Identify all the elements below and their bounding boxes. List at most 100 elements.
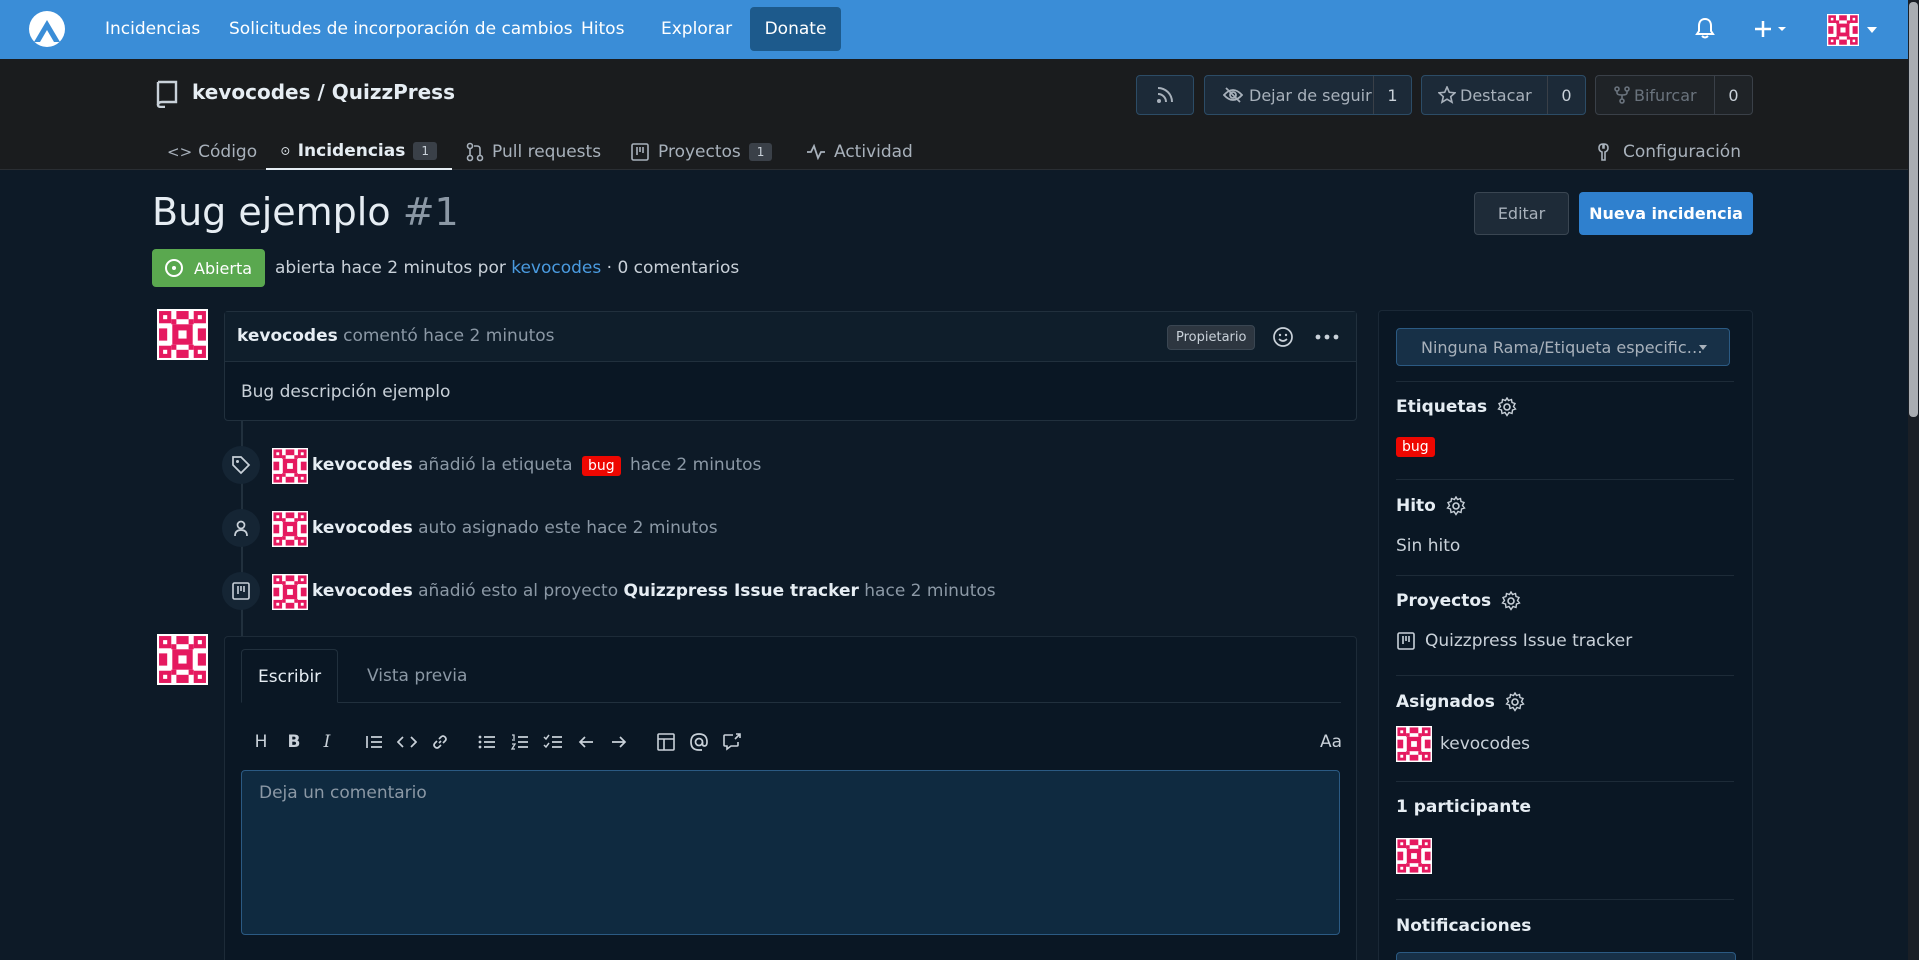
avatar[interactable] bbox=[157, 634, 208, 685]
avatar[interactable] bbox=[272, 574, 308, 610]
scrollbar-thumb[interactable] bbox=[1909, 2, 1918, 417]
labels-section: Etiquetas bug bbox=[1396, 397, 1734, 457]
italic-icon[interactable]: I bbox=[313, 728, 341, 756]
tab-pull-requests[interactable]: Pull requests bbox=[466, 133, 601, 170]
gear-icon[interactable] bbox=[1497, 397, 1517, 417]
owner-badge: Propietario bbox=[1167, 325, 1256, 350]
tab-write[interactable]: Escribir bbox=[241, 649, 339, 703]
participants-title: 1 participante bbox=[1396, 797, 1532, 817]
tab-preview[interactable]: Vista previa bbox=[351, 649, 483, 703]
bold-icon[interactable]: B bbox=[280, 728, 308, 756]
milestone-value: Sin hito bbox=[1396, 536, 1461, 556]
tab-code[interactable]: <> Código bbox=[167, 133, 257, 170]
task-list-icon[interactable] bbox=[539, 728, 567, 756]
emoji-reaction-icon[interactable] bbox=[1272, 326, 1294, 348]
nav-link-explore[interactable]: Explorar bbox=[661, 0, 732, 59]
gear-icon[interactable] bbox=[1505, 692, 1525, 712]
milestone-title: Hito bbox=[1396, 496, 1436, 516]
comment-textarea[interactable] bbox=[241, 770, 1340, 935]
fork-button[interactable]: Bifurcar 0 bbox=[1595, 75, 1753, 115]
repo-icon bbox=[156, 80, 178, 108]
code-icon: <> bbox=[167, 142, 193, 161]
participants-section: 1 participante bbox=[1396, 797, 1734, 874]
project-board-icon bbox=[232, 582, 250, 600]
mention-icon[interactable] bbox=[685, 728, 713, 756]
projects-header[interactable]: Proyectos bbox=[1396, 591, 1734, 611]
code-icon[interactable] bbox=[393, 728, 421, 756]
rss-button[interactable] bbox=[1136, 75, 1194, 115]
ordered-list-icon[interactable] bbox=[506, 728, 534, 756]
project-item[interactable]: Quizzpress Issue tracker bbox=[1396, 631, 1734, 651]
label-badge[interactable]: bug bbox=[581, 455, 621, 476]
comment-editor: Escribir Vista previa H B I Aa Deja un c… bbox=[224, 636, 1357, 960]
divider bbox=[1396, 675, 1734, 676]
edit-button[interactable]: Editar bbox=[1474, 192, 1569, 235]
timeline-action: añadió la etiqueta bbox=[418, 454, 573, 475]
fork-count[interactable]: 0 bbox=[1714, 76, 1752, 114]
comment-author[interactable]: kevocodes bbox=[237, 326, 338, 346]
arrow-left-icon[interactable] bbox=[572, 728, 600, 756]
arrow-right-icon[interactable] bbox=[605, 728, 633, 756]
timeline-event: kevocodes añadió la etiqueta bug hace 2 … bbox=[222, 445, 761, 485]
nav-link-issues[interactable]: Incidencias bbox=[105, 0, 200, 59]
assignees-header[interactable]: Asignados bbox=[1396, 692, 1734, 712]
more-options-icon[interactable] bbox=[1315, 334, 1339, 340]
rss-icon bbox=[1157, 87, 1173, 103]
avatar[interactable] bbox=[157, 309, 208, 360]
quote-icon[interactable] bbox=[360, 728, 388, 756]
unwatch-label: Dejar de seguir bbox=[1249, 85, 1372, 105]
milestone-section: Hito Sin hito bbox=[1396, 496, 1734, 556]
notification-subscribe-button[interactable] bbox=[1396, 952, 1736, 960]
font-toggle-button[interactable]: Aa bbox=[1315, 728, 1347, 756]
timeline-time: hace 2 minutos bbox=[864, 581, 996, 601]
gear-icon[interactable] bbox=[1501, 591, 1521, 611]
repo-title[interactable]: kevocodes / QuizzPress bbox=[192, 80, 455, 104]
cross-reference-icon[interactable] bbox=[718, 728, 746, 756]
divider bbox=[1396, 381, 1734, 382]
heading-icon[interactable]: H bbox=[247, 728, 275, 756]
milestone-header[interactable]: Hito bbox=[1396, 496, 1734, 516]
gear-icon[interactable] bbox=[1446, 496, 1466, 516]
forgejo-logo-icon[interactable] bbox=[28, 10, 66, 48]
page-scrollbar[interactable] bbox=[1908, 0, 1919, 960]
issue-meta-suffix: · 0 comentarios bbox=[606, 258, 740, 278]
user-menu[interactable] bbox=[1827, 14, 1883, 46]
unwatch-count[interactable]: 1 bbox=[1373, 76, 1411, 114]
labels-header[interactable]: Etiquetas bbox=[1396, 397, 1734, 417]
timeline-project-link[interactable]: Quizzpress Issue tracker bbox=[624, 581, 859, 601]
assignees-title: Asignados bbox=[1396, 692, 1495, 712]
branch-selector[interactable]: Ninguna Rama/Etiqueta especific… bbox=[1396, 328, 1730, 366]
timeline-user[interactable]: kevocodes bbox=[312, 581, 413, 601]
star-button[interactable]: Destacar 0 bbox=[1421, 75, 1586, 115]
tab-settings[interactable]: Configuración bbox=[1597, 133, 1741, 170]
timeline-user[interactable]: kevocodes bbox=[312, 455, 413, 475]
tab-activity-label: Actividad bbox=[834, 141, 913, 162]
label-badge[interactable]: bug bbox=[1396, 437, 1435, 457]
tag-icon bbox=[232, 456, 251, 475]
new-issue-button[interactable]: Nueva incidencia bbox=[1579, 192, 1753, 235]
bell-icon[interactable] bbox=[1695, 17, 1715, 39]
chevron-down-icon bbox=[1699, 345, 1707, 350]
tab-activity[interactable]: Actividad bbox=[806, 133, 913, 170]
timeline-user[interactable]: kevocodes bbox=[312, 518, 413, 538]
issue-number: #1 bbox=[402, 190, 459, 234]
avatar[interactable] bbox=[272, 511, 308, 547]
nav-link-pull-requests[interactable]: Solicitudes de incorporación de cambios bbox=[229, 0, 573, 59]
avatar[interactable] bbox=[272, 448, 308, 484]
fork-icon bbox=[1614, 86, 1630, 104]
donate-button[interactable]: Donate bbox=[750, 7, 841, 51]
create-menu[interactable] bbox=[1753, 18, 1793, 40]
nav-link-milestones[interactable]: Hitos bbox=[581, 0, 624, 59]
eye-slash-icon bbox=[1223, 87, 1243, 103]
tab-projects[interactable]: Proyectos 1 bbox=[630, 133, 773, 170]
issue-author-link[interactable]: kevocodes bbox=[511, 258, 601, 278]
link-icon[interactable] bbox=[426, 728, 454, 756]
star-count[interactable]: 0 bbox=[1547, 76, 1585, 114]
unordered-list-icon[interactable] bbox=[473, 728, 501, 756]
assignee-item[interactable]: kevocodes bbox=[1396, 726, 1734, 762]
avatar[interactable] bbox=[1396, 838, 1432, 874]
tab-issues[interactable]: Incidencias 1 bbox=[266, 133, 452, 170]
tab-pull-requests-label: Pull requests bbox=[492, 141, 602, 162]
table-icon[interactable] bbox=[652, 728, 680, 756]
unwatch-button[interactable]: Dejar de seguir 1 bbox=[1204, 75, 1412, 115]
